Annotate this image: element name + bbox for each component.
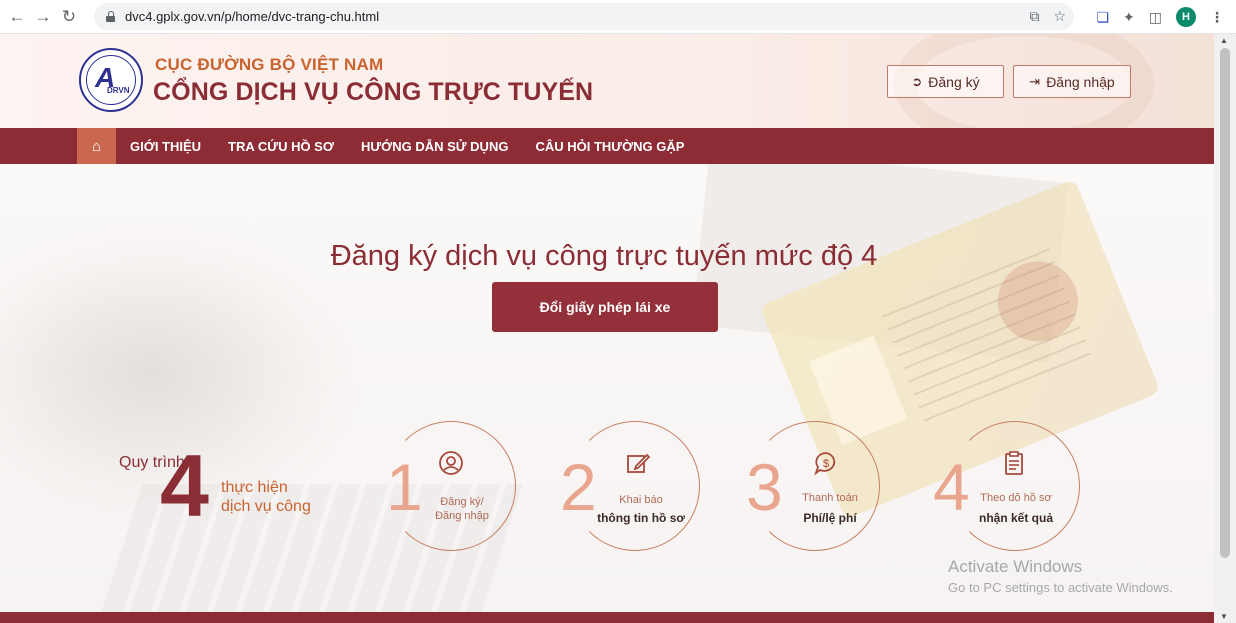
scroll-down-arrow-icon[interactable]: ▼ xyxy=(1220,612,1228,621)
address-bar[interactable]: dvc4.gplx.gov.vn/p/home/dvc-trang-chu.ht… xyxy=(94,3,1074,30)
step-line2: Đăng nhập xyxy=(435,510,489,522)
main-nav: ⌂ GIỚI THIỆU TRA CỨU HỒ SƠ HƯỚNG DẪN SỬ … xyxy=(0,128,1214,164)
process-text-line1: thực hiện xyxy=(221,479,288,496)
menu-kebab-icon[interactable]: ⋮ xyxy=(1210,9,1224,26)
step-line1: Khai báo xyxy=(619,494,663,506)
login-label: Đăng nhập xyxy=(1046,73,1115,90)
side-panel-icon[interactable]: ◫ xyxy=(1149,9,1162,26)
edit-icon xyxy=(625,450,651,476)
nav-item-faq[interactable]: CÂU HỎI THƯỜNG GẶP xyxy=(535,139,684,154)
process-text-line2: dịch vụ công xyxy=(221,498,311,515)
share-icon[interactable]: ⧉ xyxy=(1029,8,1039,25)
step-line2: nhận kết quả xyxy=(978,511,1053,525)
payment-chat-icon: $ xyxy=(813,450,839,476)
drvn-logo[interactable]: A DRVN xyxy=(79,48,143,112)
lock-icon xyxy=(106,11,115,22)
step-line2: Phí/lệ phí xyxy=(803,511,857,525)
register-button[interactable]: ➲ Đăng ký xyxy=(887,65,1004,98)
vertical-scrollbar[interactable]: ▲ ▼ xyxy=(1214,34,1236,623)
sign-in-icon: ➲ xyxy=(911,73,923,89)
page-viewport: A DRVN CỤC ĐƯỜNG BỘ VIỆT NAM CỔNG DỊCH V… xyxy=(0,34,1214,623)
extensions-puzzle-icon[interactable]: ✦ xyxy=(1123,9,1135,26)
hero-title: Đăng ký dịch vụ công trực tuyến mức độ 4 xyxy=(330,240,878,272)
clipboard-icon xyxy=(1001,450,1027,476)
footer-bar xyxy=(0,612,1214,623)
scrollbar-thumb[interactable] xyxy=(1220,48,1230,558)
step-line1: Đăng ký/ xyxy=(440,496,484,508)
reload-icon[interactable]: ↻ xyxy=(56,4,82,30)
portal-name: CỔNG DỊCH VỤ CÔNG TRỰC TUYẾN xyxy=(153,78,594,106)
step-line1: Theo dõ hồ sơ xyxy=(980,492,1052,504)
nav-item-lookup[interactable]: TRA CỨU HỒ SƠ xyxy=(228,139,334,154)
process-count: 4 xyxy=(160,436,209,535)
forward-icon[interactable]: → xyxy=(30,4,56,30)
scroll-up-arrow-icon[interactable]: ▲ xyxy=(1220,36,1228,45)
logo-text: DRVN xyxy=(107,86,130,95)
register-label: Đăng ký xyxy=(928,73,980,90)
svg-text:$: $ xyxy=(823,458,829,470)
home-icon[interactable]: ⌂ xyxy=(77,128,116,164)
login-button[interactable]: ⇥ Đăng nhập xyxy=(1013,65,1131,98)
browser-toolbar: ← → ↻ dvc4.gplx.gov.vn/p/home/dvc-trang-… xyxy=(0,0,1236,34)
hero-section: Đăng ký dịch vụ công trực tuyến mức độ 4… xyxy=(0,164,1214,612)
nav-item-guide[interactable]: HƯỚNG DẪN SỬ DỤNG xyxy=(361,139,509,154)
step-line2: thông tin hồ sơ xyxy=(597,511,685,525)
user-circle-icon xyxy=(438,450,464,476)
bookmark-star-icon[interactable]: ☆ xyxy=(1053,8,1066,25)
activate-windows-title: Activate Windows xyxy=(948,557,1083,576)
change-license-button[interactable]: Đổi giấy phép lái xe xyxy=(492,282,718,332)
profile-avatar[interactable]: H xyxy=(1176,7,1196,27)
step-line1: Thanh toán xyxy=(802,492,858,504)
nav-item-about[interactable]: GIỚI THIỆU xyxy=(130,139,201,154)
org-name: CỤC ĐƯỜNG BỘ VIỆT NAM xyxy=(155,55,384,74)
site-header: A DRVN CỤC ĐƯỜNG BỘ VIỆT NAM CỔNG DỊCH V… xyxy=(0,34,1214,128)
url-text: dvc4.gplx.gov.vn/p/home/dvc-trang-chu.ht… xyxy=(125,9,380,24)
back-icon[interactable]: ← xyxy=(4,4,30,30)
login-arrow-icon: ⇥ xyxy=(1029,73,1041,89)
tab-search-icon[interactable]: ❏ xyxy=(1096,9,1109,26)
activate-windows-subtitle: Go to PC settings to activate Windows. xyxy=(948,580,1173,595)
